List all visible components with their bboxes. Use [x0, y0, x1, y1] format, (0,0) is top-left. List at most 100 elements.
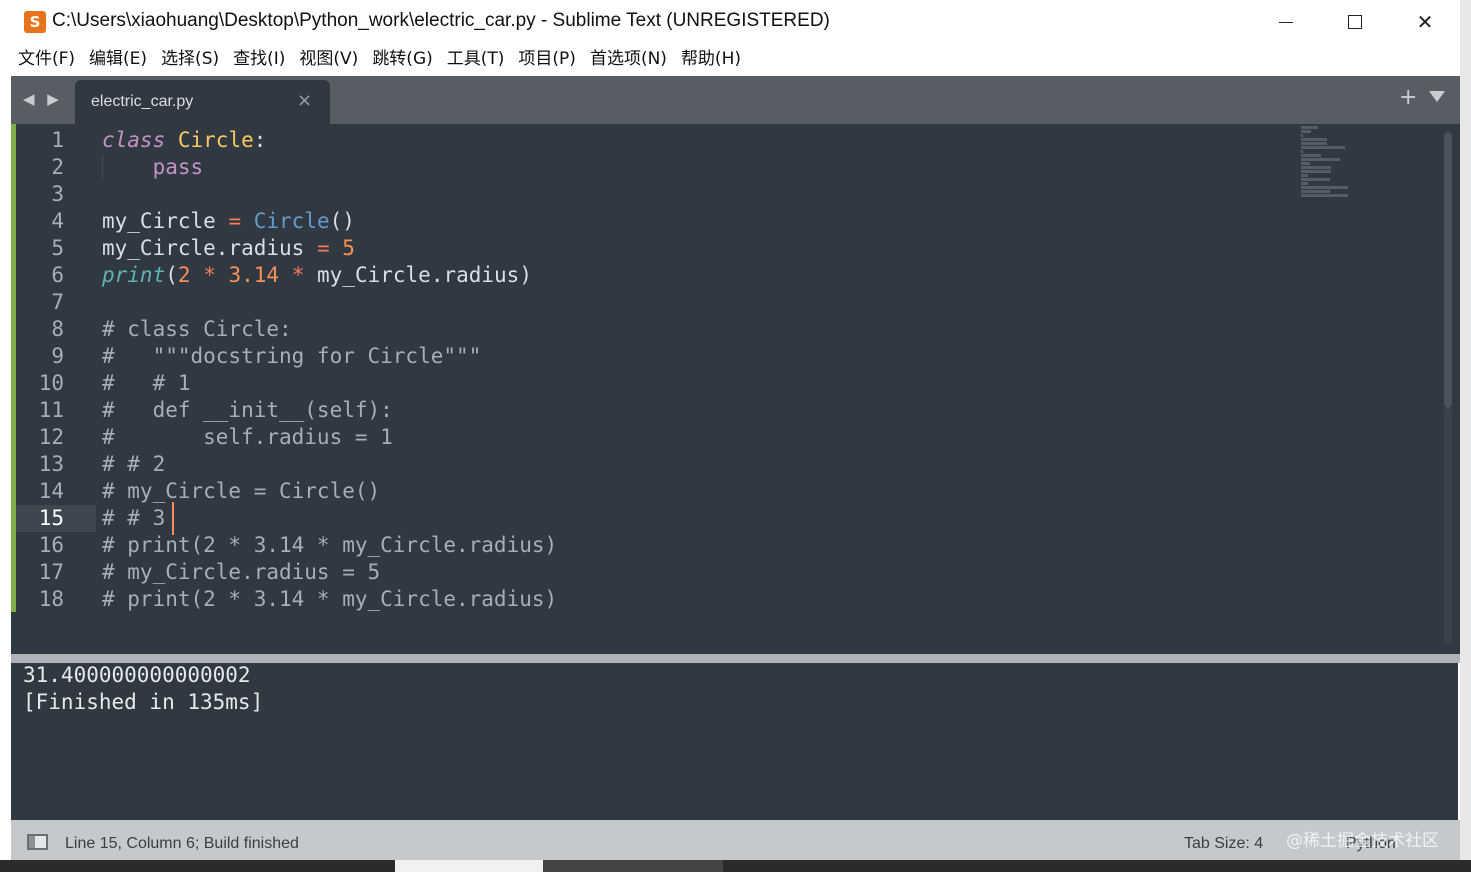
code-line[interactable]: # """docstring for Circle"""	[102, 343, 557, 370]
tab-label: electric_car.py	[91, 93, 194, 110]
minimap-line	[1301, 146, 1346, 149]
build-output-panel[interactable]: 31.400000000000002 [Finished in 135ms]	[11, 663, 1458, 820]
menu-view[interactable]: 视图(V)	[299, 44, 358, 75]
watermark: @稀土掘金技术社区	[1286, 831, 1439, 851]
code-line[interactable]: print(2 * 3.14 * my_Circle.radius)	[102, 262, 557, 289]
line-number: 13	[38, 452, 64, 476]
code-line[interactable]: # my_Circle = Circle()	[102, 478, 557, 505]
minimize-button[interactable]	[1251, 0, 1321, 44]
minimap-line	[1301, 142, 1327, 145]
taskbar-strip	[0, 860, 1471, 872]
vertical-scrollbar[interactable]	[1444, 132, 1452, 408]
tab-close-icon[interactable]: ×	[297, 90, 312, 111]
code-line[interactable]	[102, 181, 557, 208]
line-number: 16	[38, 533, 64, 557]
menu-find[interactable]: 查找(I)	[233, 44, 285, 75]
minimap-line	[1301, 182, 1308, 185]
title-bar[interactable]: S C:\Users\xiaohuang\Desktop\Python_work…	[0, 0, 1460, 44]
sublime-logo-icon: S	[24, 11, 46, 33]
menu-goto[interactable]: 跳转(G)	[372, 44, 432, 75]
code-line[interactable]: # my_Circle.radius = 5	[102, 559, 557, 586]
line-number-gutter: 1 2 3 4 5 6 7 8 9 10 11 12 13 14 15 16 17 18	[16, 127, 76, 613]
line-number: 8	[51, 317, 64, 341]
code-line[interactable]: class Circle:	[102, 127, 557, 154]
minimap-line	[1301, 186, 1348, 189]
minimap-line	[1301, 130, 1312, 133]
code-line[interactable]: # print(2 * 3.14 * my_Circle.radius)	[102, 532, 557, 559]
code-line[interactable]	[102, 289, 557, 316]
code-line[interactable]: # def __init__(self):	[102, 397, 557, 424]
menu-selection[interactable]: 选择(S)	[161, 44, 219, 75]
line-number: 9	[51, 344, 64, 368]
close-icon: ✕	[1416, 10, 1434, 34]
code-line[interactable]: pass	[102, 154, 557, 181]
tab-menu-chevron-down-icon[interactable]	[1429, 91, 1445, 102]
desktop-background	[1460, 0, 1471, 872]
new-tab-icon[interactable]: +	[1399, 85, 1417, 110]
code-editor[interactable]: 1 2 3 4 5 6 7 8 9 10 11 12 13 14 15 16 17 18 class Circle…	[11, 124, 1460, 654]
minimap-line	[1301, 134, 1303, 137]
line-number: 6	[51, 263, 64, 287]
minimap[interactable]	[1301, 126, 1361, 197]
code-line[interactable]: # print(2 * 3.14 * my_Circle.radius)	[102, 586, 557, 613]
tab-nav-arrows-icon[interactable]: ◀ ▶	[23, 90, 63, 108]
menu-tools[interactable]: 工具(T)	[447, 44, 505, 75]
tab-size-selector[interactable]: Tab Size: 4	[1184, 835, 1263, 853]
code-line[interactable]: # # 3	[102, 505, 557, 532]
line-number: 2	[51, 155, 64, 179]
minimap-line	[1301, 162, 1311, 165]
menu-help[interactable]: 帮助(H)	[681, 44, 741, 75]
line-number: 10	[38, 371, 64, 395]
line-number: 17	[38, 560, 64, 584]
tab-bar: ◀ ▶ electric_car.py × +	[11, 76, 1460, 124]
scrollbar-track[interactable]	[1444, 408, 1452, 644]
panel-splitter[interactable]	[11, 654, 1460, 663]
sidebar-toggle-icon[interactable]	[27, 834, 48, 850]
menu-preferences[interactable]: 首选项(N)	[590, 44, 667, 75]
window-title: C:\Users\xiaohuang\Desktop\Python_work\e…	[52, 10, 830, 31]
text-cursor	[172, 502, 174, 535]
line-number: 11	[38, 398, 64, 422]
close-button[interactable]: ✕	[1390, 0, 1460, 44]
menu-edit[interactable]: 编辑(E)	[89, 44, 147, 75]
minimap-line	[1301, 138, 1327, 141]
menu-project[interactable]: 项目(P)	[518, 44, 576, 75]
line-number: 7	[51, 290, 64, 314]
code-line[interactable]: my_Circle = Circle()	[102, 208, 557, 235]
maximize-button[interactable]	[1320, 0, 1390, 44]
menu-file[interactable]: 文件(F)	[18, 44, 75, 75]
code-line[interactable]: # class Circle:	[102, 316, 557, 343]
line-number: 5	[51, 236, 64, 260]
sublime-window: S C:\Users\xiaohuang\Desktop\Python_work…	[0, 0, 1460, 860]
minimap-line	[1301, 158, 1340, 161]
status-bar: Line 15, Column 6; Build finished Tab Si…	[11, 820, 1460, 860]
line-number: 18	[38, 587, 64, 611]
code-area[interactable]: class Circle: pass my_Circle = Circle() my…	[102, 127, 557, 613]
tab-electric-car[interactable]: electric_car.py ×	[75, 80, 330, 124]
line-number: 14	[38, 479, 64, 503]
minimap-line	[1301, 126, 1318, 129]
code-line[interactable]: # # 2	[102, 451, 557, 478]
output-result: 31.400000000000002	[23, 663, 251, 687]
status-text: Line 15, Column 6; Build finished	[65, 835, 299, 852]
menu-bar: 文件(F) 编辑(E) 选择(S) 查找(I) 视图(V) 跳转(G) 工具(T…	[0, 44, 1460, 75]
code-line[interactable]: # # 1	[102, 370, 557, 397]
minimap-line	[1301, 178, 1330, 181]
minimize-icon	[1279, 21, 1293, 23]
line-number: 12	[38, 425, 64, 449]
maximize-icon	[1348, 15, 1362, 29]
code-line[interactable]: my_Circle.radius = 5	[102, 235, 557, 262]
minimap-line	[1301, 166, 1331, 169]
minimap-line	[1301, 150, 1303, 153]
minimap-line	[1301, 190, 1330, 193]
line-number: 1	[51, 128, 64, 152]
minimap-line	[1301, 170, 1331, 173]
code-line[interactable]: # self.radius = 1	[102, 424, 557, 451]
minimap-line	[1301, 194, 1348, 197]
line-number: 3	[51, 182, 64, 206]
minimap-line	[1301, 154, 1321, 157]
line-number: 15	[16, 505, 76, 532]
minimap-line	[1301, 174, 1308, 177]
line-number: 4	[51, 209, 64, 233]
output-finished: [Finished in 135ms]	[23, 690, 264, 714]
